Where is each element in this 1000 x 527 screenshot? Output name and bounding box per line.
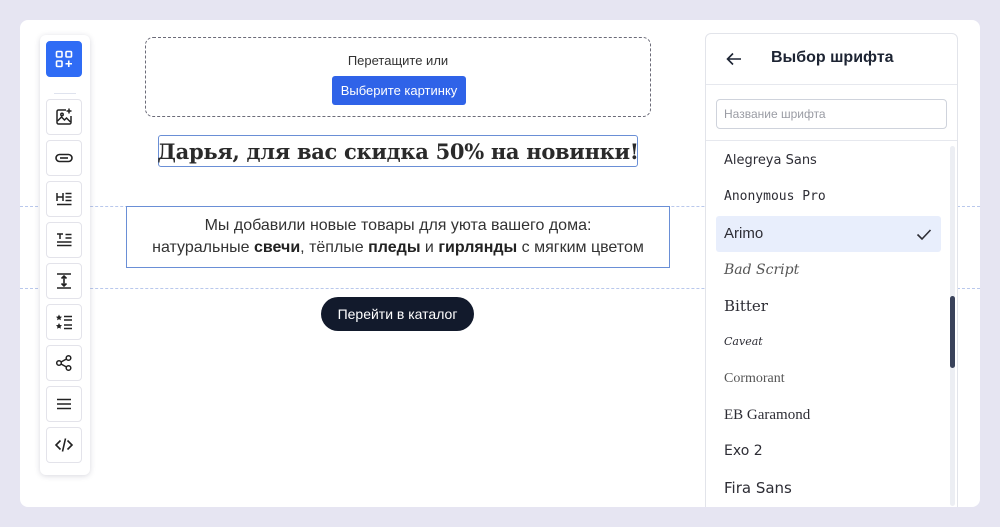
list-block-button[interactable]: [46, 304, 82, 340]
editor-canvas: Перетащите или Выберите картинку Дарья, …: [20, 20, 980, 507]
divider-icon: [57, 398, 71, 410]
image-dropzone[interactable]: Перетащите или Выберите картинку: [145, 37, 651, 117]
add-image-icon: [56, 108, 72, 125]
social-block-button[interactable]: [46, 345, 82, 381]
spacer-block-button[interactable]: [46, 263, 82, 299]
go-to-catalog-button[interactable]: Перейти в каталог: [321, 297, 474, 331]
font-option-anonymous-pro[interactable]: Anonymous Pro: [716, 179, 941, 215]
back-button[interactable]: [722, 47, 746, 71]
font-option-cormorant[interactable]: Cormorant: [716, 361, 941, 397]
font-option-caveat[interactable]: Caveat: [716, 324, 941, 360]
arrow-left-icon: [726, 52, 741, 66]
text-line-1: Мы добавили новые товары для уюта вашего…: [204, 217, 592, 234]
add-block-icon: [55, 50, 73, 68]
font-option-arimo[interactable]: Arimo: [716, 215, 941, 252]
divider-block-button[interactable]: [46, 386, 82, 422]
font-picker-title: Выбор шрифта: [771, 49, 894, 66]
html-code-icon: [54, 438, 74, 452]
button-icon: [55, 153, 73, 163]
list-icon: [56, 314, 72, 330]
font-option-bitter[interactable]: Bitter: [716, 288, 941, 324]
choose-image-button[interactable]: Выберите картинку: [332, 76, 466, 105]
heading-block-button[interactable]: [46, 181, 82, 217]
font-option-exo-2[interactable]: Exo 2: [716, 433, 941, 469]
spacer-icon: [57, 273, 71, 289]
email-text-block[interactable]: Мы добавили новые товары для уюта вашего…: [126, 206, 670, 268]
font-list: Alegreya Sans Anonymous Pro Arimo Bad Sc…: [716, 143, 941, 506]
font-search-input[interactable]: [716, 99, 947, 129]
text-line-2: натуральные свечи, тёплые пледы и гирлян…: [152, 239, 644, 256]
social-icon: [55, 354, 72, 372]
html-block-button[interactable]: [46, 427, 82, 463]
image-block-button[interactable]: [46, 99, 82, 135]
font-picker-header: Выбор шрифта: [706, 34, 957, 85]
font-option-alegreya-sans[interactable]: Alegreya Sans: [716, 143, 941, 179]
heading-icon: [56, 192, 72, 206]
email-heading[interactable]: Дарья, для вас скидка 50% на новинки!: [157, 135, 639, 167]
font-option-label: Arimo: [724, 224, 764, 242]
text-block-button[interactable]: [46, 222, 82, 258]
add-block-button[interactable]: [46, 41, 82, 77]
checkmark-icon: [916, 229, 932, 240]
button-block-button[interactable]: [46, 140, 82, 176]
font-option-fira-sans[interactable]: Fira Sans: [716, 470, 941, 506]
scrollbar-thumb[interactable]: [950, 296, 955, 368]
font-picker-panel: Выбор шрифта Alegreya Sans Anonymous Pro…: [705, 33, 958, 507]
text-icon: [57, 233, 72, 247]
font-list-scrollbar[interactable]: [950, 146, 955, 506]
block-toolbar: [40, 35, 90, 475]
font-option-bad-script[interactable]: Bad Script: [716, 252, 941, 288]
search-divider: [706, 140, 957, 141]
font-option-eb-garamond[interactable]: EB Garamond: [716, 397, 941, 433]
dropzone-prompt: Перетащите или: [347, 53, 449, 68]
toolbar-divider: [54, 93, 76, 94]
